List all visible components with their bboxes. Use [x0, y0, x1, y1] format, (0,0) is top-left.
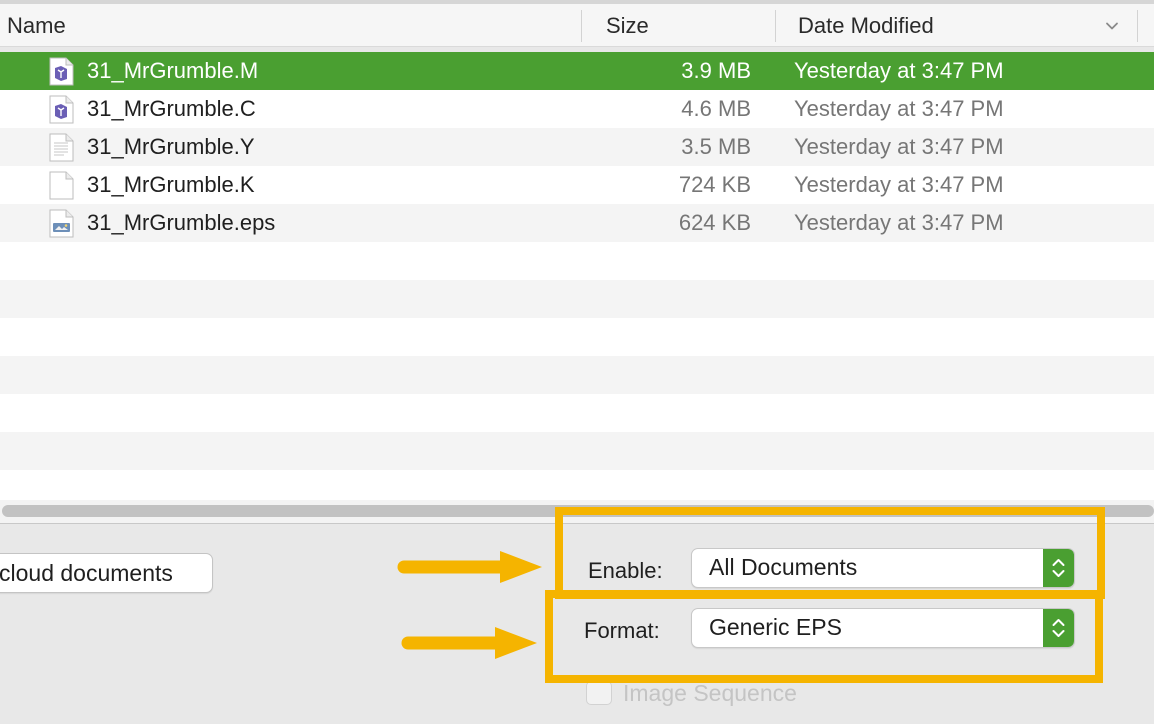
- file-row[interactable]: 31_MrGrumble.eps 624 KB Yesterday at 3:4…: [0, 204, 1154, 242]
- file-list: 31_MrGrumble.M 3.9 MB Yesterday at 3:47 …: [0, 52, 1154, 500]
- format-highlight-box: [545, 590, 1103, 683]
- file-row[interactable]: 31_MrGrumble.Y 3.5 MB Yesterday at 3:47 …: [0, 128, 1154, 166]
- plate-document-icon: [49, 57, 74, 86]
- date-column-header[interactable]: Date Modified: [798, 4, 934, 47]
- text-document-icon: [49, 133, 74, 162]
- empty-row: [0, 242, 1154, 280]
- empty-row: [0, 318, 1154, 356]
- file-name: 31_MrGrumble.K: [87, 172, 255, 197]
- annotation-arrow-icon: [397, 551, 542, 583]
- empty-row: [0, 394, 1154, 432]
- empty-row: [0, 470, 1154, 500]
- file-date: Yesterday at 3:47 PM: [794, 172, 1004, 197]
- file-row[interactable]: 31_MrGrumble.K 724 KB Yesterday at 3:47 …: [0, 166, 1154, 204]
- file-date: Yesterday at 3:47 PM: [794, 58, 1004, 83]
- file-name: 31_MrGrumble.Y: [87, 134, 255, 159]
- file-size: 3.9 MB: [681, 58, 751, 83]
- name-column-header[interactable]: Name: [7, 4, 66, 47]
- chevron-down-icon[interactable]: [1104, 18, 1120, 34]
- file-date: Yesterday at 3:47 PM: [794, 210, 1004, 235]
- enable-highlight-box: [555, 507, 1105, 599]
- annotation-arrow-icon: [401, 627, 537, 659]
- file-date: Yesterday at 3:47 PM: [794, 134, 1004, 159]
- icloud-documents-button[interactable]: cloud documents: [0, 553, 213, 593]
- file-name: 31_MrGrumble.M: [87, 58, 259, 83]
- file-size: 4.6 MB: [681, 96, 751, 121]
- empty-row: [0, 280, 1154, 318]
- file-name: 31_MrGrumble.eps: [87, 210, 276, 235]
- empty-row: [0, 356, 1154, 394]
- file-date: Yesterday at 3:47 PM: [794, 96, 1004, 121]
- file-row[interactable]: 31_MrGrumble.M 3.9 MB Yesterday at 3:47 …: [0, 52, 1154, 90]
- file-size: 3.5 MB: [681, 134, 751, 159]
- options-panel: cloud documents Enable: All Documents Fo…: [0, 507, 1154, 724]
- plate-document-icon: [49, 95, 74, 124]
- file-size: 624 KB: [678, 210, 751, 235]
- column-divider[interactable]: [775, 10, 776, 42]
- blank-document-icon: [49, 171, 74, 200]
- empty-row: [0, 432, 1154, 470]
- column-divider[interactable]: [581, 10, 582, 42]
- file-row[interactable]: 31_MrGrumble.C 4.6 MB Yesterday at 3:47 …: [0, 90, 1154, 128]
- file-name: 31_MrGrumble.C: [87, 96, 256, 121]
- eps-document-icon: [49, 209, 74, 238]
- column-header: Name Size Date Modified: [0, 4, 1154, 47]
- size-column-header[interactable]: Size: [606, 4, 649, 47]
- file-size: 724 KB: [678, 172, 751, 197]
- image-sequence-checkbox[interactable]: [586, 681, 612, 705]
- column-divider[interactable]: [1137, 10, 1138, 42]
